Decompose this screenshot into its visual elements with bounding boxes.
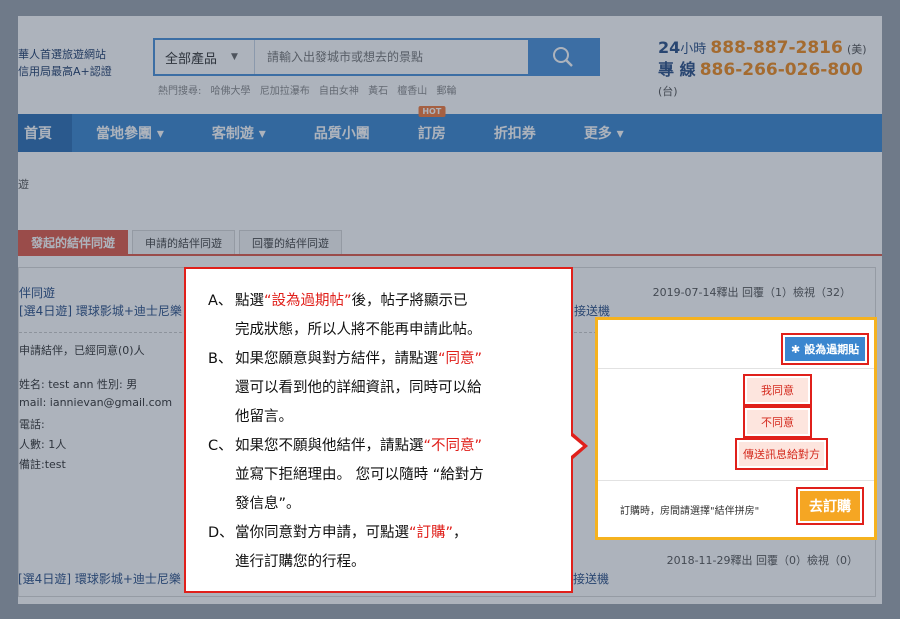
instruction-a-label: A、	[208, 293, 233, 309]
instruction-a-text: 點選	[235, 293, 264, 309]
phone-tw[interactable]: 886-266-026-800	[700, 60, 863, 80]
instruction-d-text: 當你同意對方申請，可點選	[235, 525, 409, 541]
tab-applied[interactable]: 申請的結伴同遊	[132, 230, 236, 254]
instruction-b-text: 如果您願意與對方結伴，請點選	[235, 351, 438, 367]
instruction-c-highlight: “不同意”	[423, 438, 483, 454]
page-frame: 華人首選旅遊網站 信用局最高A+認證 全部產品 ▼ 熱門搜尋: 哈佛大學 尼加拉…	[18, 16, 882, 604]
instruction-popup: A、 點選“設為過期帖”後，帖子將顯示已 完成狀態，所以人將不能再申請此帖。 B、…	[184, 267, 588, 593]
nav-hotels[interactable]: 訂房 HOT	[394, 106, 470, 152]
applicant-email: mail: iannievan@gmail.com	[19, 396, 173, 409]
post2-meta: 2018-11-29釋出 回覆（0）檢視（0）	[666, 554, 858, 567]
nav-local-tours[interactable]: 當地參團 ▾	[72, 114, 188, 152]
post2-subtitle[interactable]: [選4日遊] 環球影城+迪士尼樂	[18, 570, 181, 587]
instruction-b-text2: 還可以看到他的詳細資訊，同時可以給	[235, 380, 482, 396]
instruction-b-highlight: “同意”	[438, 351, 483, 367]
brand-line-1: 華人首選旅遊網站	[18, 48, 106, 61]
send-message-button[interactable]: 傳送訊息給對方	[735, 438, 828, 470]
tab-bar: 發起的結伴同遊 申請的結伴同遊 回覆的結伴同遊	[18, 230, 882, 256]
instruction-a-text3: 完成狀態，所以人將不能再申請此帖。	[235, 322, 482, 338]
tab-replied[interactable]: 回覆的結伴同遊	[239, 230, 343, 254]
expire-highlight: ✱ 設為過期貼	[781, 333, 870, 365]
apply-status: 申請結伴，已經同意(0)人	[19, 344, 145, 357]
instruction-a-text2: 後，帖子將顯示已	[351, 293, 468, 309]
tab-initiated[interactable]: 發起的結伴同遊	[18, 230, 129, 254]
instruction-c-text2: 並寫下拒絕理由。 您可以隨時 “給對方	[235, 467, 484, 483]
instruction-b: B、 如果您願意與對方結伴，請點選“同意” 還可以看到他的詳細資訊，同時可以給 他…	[208, 345, 482, 432]
hotline: 24小時 888-887-2816 (美) 專 線 886-266-026-80…	[658, 38, 882, 102]
brand-slogan: 華人首選旅遊網站 信用局最高A+認證	[18, 46, 112, 80]
instruction-a: A、 點選“設為過期帖”後，帖子將顯示已 完成狀態，所以人將不能再申請此帖。	[208, 287, 482, 345]
order-highlight: 去訂購	[796, 487, 864, 525]
hot-badge: HOT	[418, 106, 446, 117]
main-nav: 首頁 當地參團 ▾ 客制遊 ▾ 品質小團 訂房 HOT 折扣券 更多 ▾	[18, 106, 882, 152]
nav-custom-tours[interactable]: 客制遊 ▾	[188, 114, 290, 152]
action-panel: ✱ 設為過期貼 我同意 不同意 傳送訊息給對方 訂購時，房間請選擇"結伴拼房" …	[595, 317, 877, 540]
disagree-label: 不同意	[747, 410, 808, 434]
applicant-note: 備註:test	[19, 458, 66, 471]
post-meta: 2019-07-14釋出 回覆（1）檢視（32）	[652, 286, 851, 299]
nav-small-groups[interactable]: 品質小團	[290, 114, 394, 152]
breadcrumb[interactable]: 遊	[18, 176, 29, 192]
nav-hotels-label: 訂房	[417, 126, 446, 142]
post-title[interactable]: 伴同遊	[19, 284, 55, 301]
instruction-c-text: 如果您不願與他結伴，請點選	[235, 438, 424, 454]
set-expired-label: 設為過期貼	[804, 343, 860, 356]
applicant-phone: 電話:	[19, 418, 45, 431]
nav-home[interactable]: 首頁	[18, 114, 72, 152]
instruction-d-label: D、	[208, 525, 234, 541]
hotline-hours: 小時	[680, 42, 707, 57]
phone-us[interactable]: 888-887-2816	[710, 38, 842, 58]
chevron-down-icon: ▼	[231, 52, 238, 62]
order-button[interactable]: 去訂購	[800, 491, 860, 521]
region-us: (美)	[846, 43, 867, 56]
applicant-name: 姓名: test ann 性別: 男	[19, 378, 138, 391]
search-input[interactable]	[255, 40, 528, 74]
instruction-c: C、 如果您不願與他結伴，請點選“不同意” 並寫下拒絕理由。 您可以隨時 “給對方…	[208, 432, 484, 519]
nav-more[interactable]: 更多 ▾	[560, 114, 648, 152]
hotline-24: 24	[658, 38, 681, 57]
search-category-label: 全部產品	[165, 51, 218, 67]
search-button[interactable]	[528, 40, 598, 74]
send-message-label: 傳送訊息給對方	[739, 442, 824, 466]
panel-divider	[598, 480, 874, 481]
search-icon	[553, 47, 573, 67]
instruction-c-text3: 發信息”。	[235, 496, 301, 512]
panel-divider	[598, 368, 874, 369]
set-expired-button[interactable]: ✱ 設為過期貼	[785, 337, 866, 361]
instruction-d: D、當你同意對方申請，可點選“訂購”， 進行訂購您的行程。	[208, 519, 468, 577]
instruction-b-text3: 他留言。	[235, 409, 293, 425]
room-note: 訂購時，房間請選擇"結伴拼房"	[620, 506, 760, 517]
instruction-b-label: B、	[208, 351, 233, 367]
region-tw: (台)	[658, 85, 678, 98]
hot-search-links[interactable]: 熱門搜尋: 哈佛大學 尼加拉瀑布 自由女神 黃石 檀香山 郵輪	[158, 82, 456, 97]
instruction-a-highlight: “設為過期帖”	[264, 293, 352, 309]
instruction-d-text3: 進行訂購您的行程。	[235, 554, 366, 570]
instruction-d-highlight: “訂購”	[409, 525, 454, 541]
applicant-count: 人數: 1人	[19, 438, 67, 451]
brand-line-2: 信用局最高A+認證	[18, 65, 112, 78]
post-subtitle[interactable]: [選4日遊] 環球影城+迪士尼樂	[19, 302, 182, 319]
nav-coupons[interactable]: 折扣券	[470, 114, 560, 152]
hotline-label: 專 線	[658, 60, 696, 79]
disagree-button[interactable]: 不同意	[743, 406, 812, 438]
agree-label: 我同意	[747, 378, 808, 402]
search-bar: 全部產品 ▼	[153, 38, 600, 76]
popup-arrow-fill	[571, 436, 583, 456]
post2-right-text: 接送機	[573, 572, 610, 586]
instruction-d-text2: ，	[453, 525, 468, 541]
agree-button[interactable]: 我同意	[743, 374, 812, 406]
search-category-select[interactable]: 全部產品 ▼	[155, 40, 255, 74]
instruction-c-label: C、	[208, 438, 233, 454]
gear-icon: ✱	[791, 342, 801, 356]
